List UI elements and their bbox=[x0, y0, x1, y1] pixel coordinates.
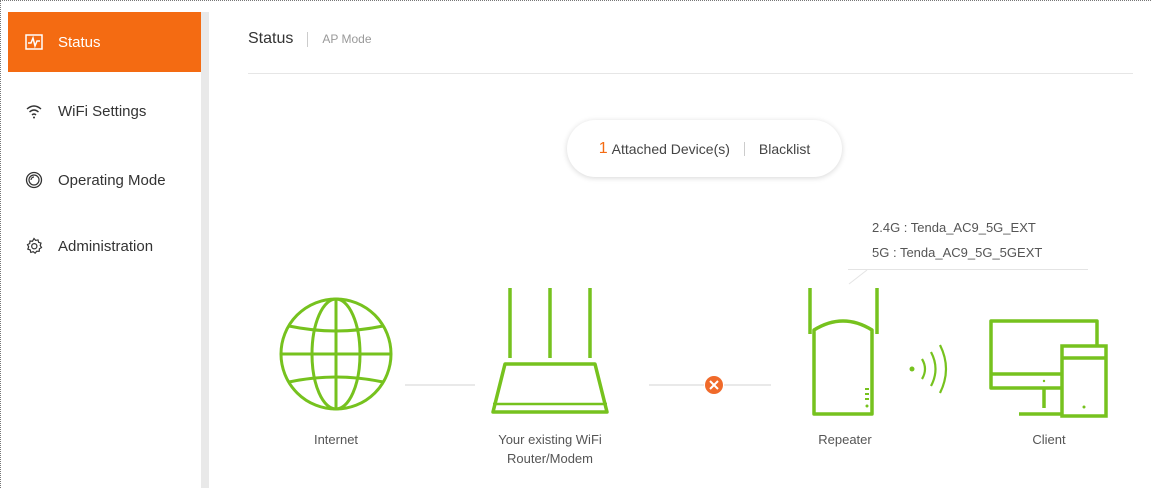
internet-globe-icon bbox=[279, 297, 393, 411]
client-devices-icon bbox=[989, 319, 1108, 418]
sidebar-divider bbox=[201, 12, 209, 488]
repeater-label: Repeater bbox=[818, 432, 872, 447]
network-diagram bbox=[279, 269, 1108, 418]
wireless-signal-icon bbox=[909, 344, 948, 394]
ssid-pointer bbox=[848, 269, 868, 285]
gear-icon bbox=[25, 237, 43, 255]
sidebar-item-status[interactable]: Status bbox=[8, 12, 201, 72]
sidebar-item-administration[interactable]: Administration bbox=[8, 216, 201, 276]
sidebar-item-wifi-settings[interactable]: WiFi Settings bbox=[8, 81, 201, 141]
client-label: Client bbox=[1032, 432, 1066, 447]
sidebar-item-label: Status bbox=[58, 33, 101, 51]
sidebar-item-label: WiFi Settings bbox=[58, 102, 147, 120]
sidebar-item-label: Operating Mode bbox=[58, 171, 166, 189]
pulse-icon bbox=[25, 33, 43, 51]
router-label-line1: Your existing WiFi bbox=[498, 432, 602, 447]
wifi-icon bbox=[25, 102, 43, 120]
router-icon bbox=[491, 288, 609, 414]
sidebar-item-operating-mode[interactable]: Operating Mode bbox=[8, 150, 201, 210]
connection-error-icon bbox=[705, 376, 723, 394]
router-label-line2: Router/Modem bbox=[507, 451, 593, 466]
sidebar-item-label: Administration bbox=[58, 237, 154, 255]
main-content: Status AP Mode 1 Attached Device(s) Blac… bbox=[209, 12, 1151, 488]
internet-label: Internet bbox=[313, 432, 359, 447]
mode-icon bbox=[25, 171, 43, 189]
repeater-icon bbox=[808, 288, 879, 416]
sidebar: Status WiFi Settings Operating Mode Admi… bbox=[8, 12, 201, 488]
